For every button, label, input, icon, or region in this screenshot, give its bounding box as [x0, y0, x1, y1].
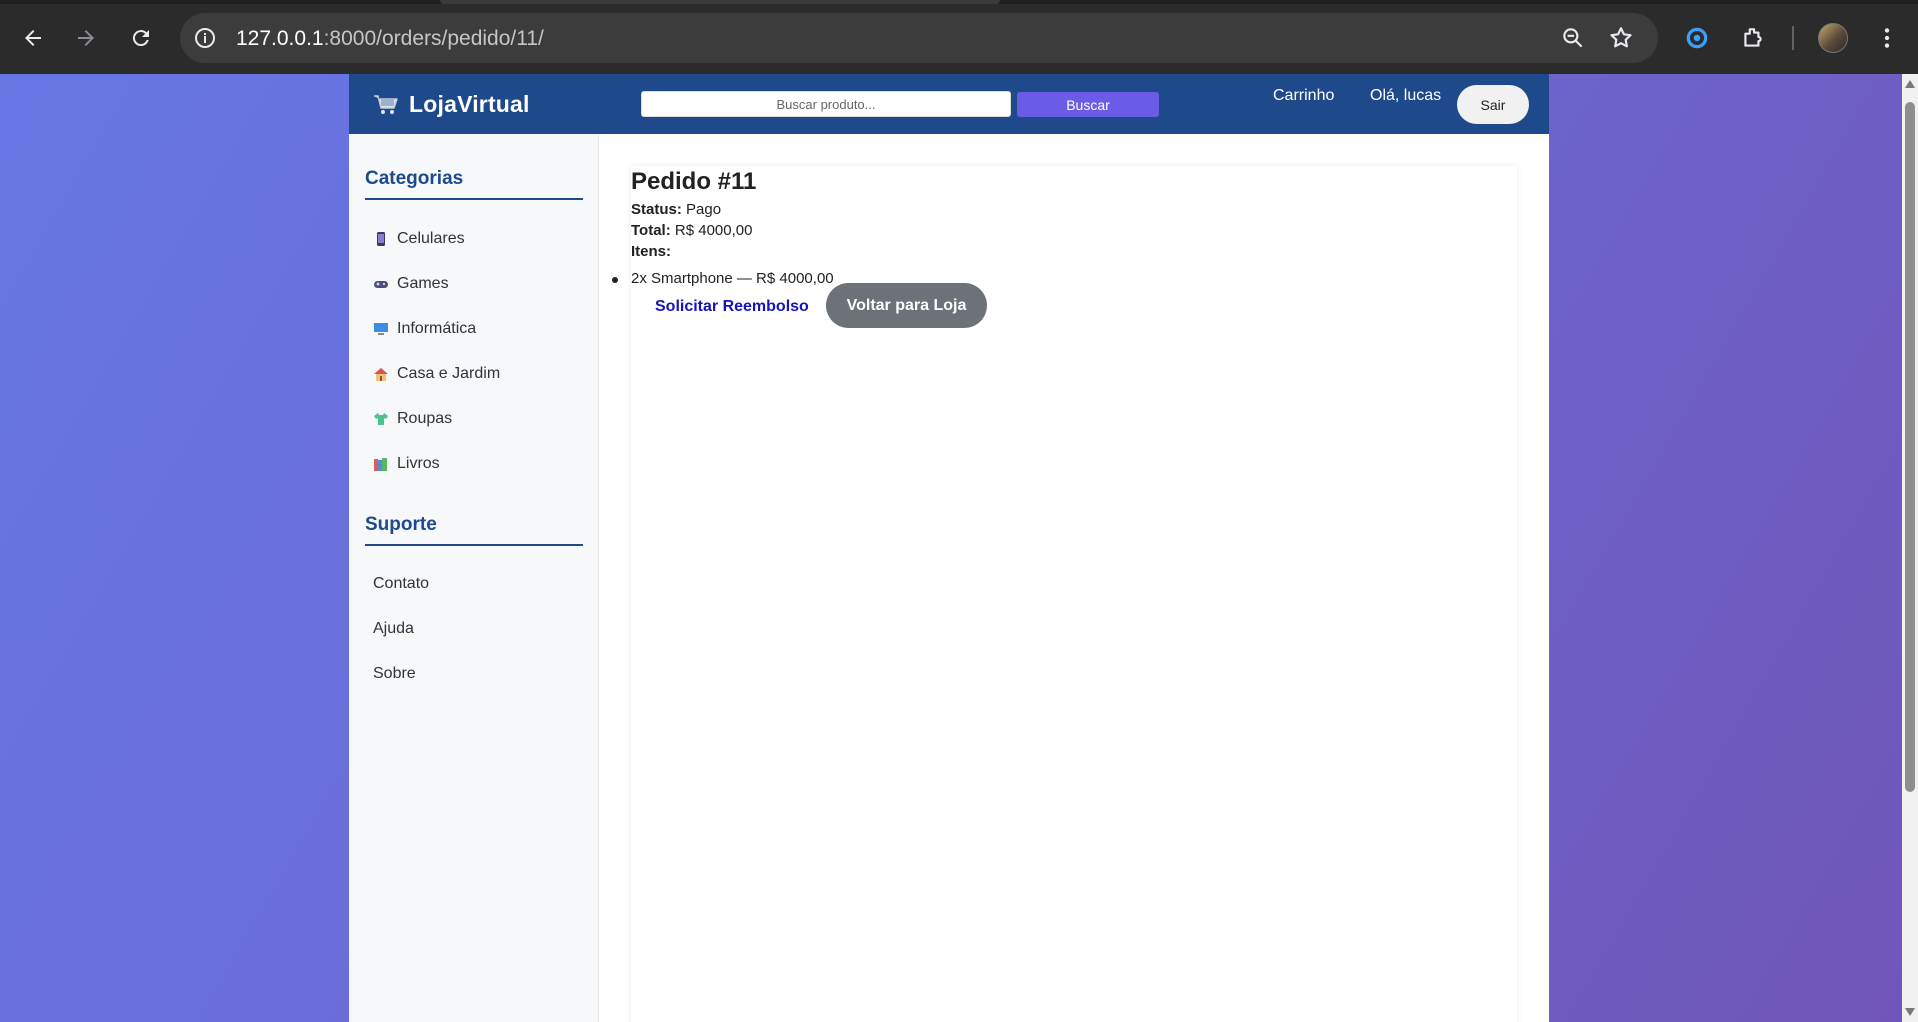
tab-strip — [0, 0, 1918, 4]
category-label: Livros — [397, 455, 440, 472]
url-host: 127.0.0.1 — [236, 27, 324, 50]
order-status: Status: Pago — [631, 201, 721, 218]
order-item-text: 2x Smartphone — R$ 4000,00 — [631, 270, 834, 287]
category-games[interactable]: Games — [373, 275, 449, 293]
support-title: Suporte — [365, 514, 583, 546]
user-greeting[interactable]: Olá, lucas — [1370, 87, 1441, 105]
category-celulares[interactable]: Celulares — [373, 230, 465, 248]
cart-link[interactable]: Carrinho — [1273, 87, 1334, 105]
logout-button[interactable]: Sair — [1457, 85, 1529, 124]
category-livros[interactable]: Livros — [373, 455, 440, 473]
toolbar-separator — [1792, 26, 1794, 50]
back-arrow-icon[interactable] — [14, 19, 52, 57]
url-text[interactable]: 127.0.0.1:8000/orders/pedido/11/ — [236, 27, 544, 51]
site-info-icon[interactable] — [192, 25, 218, 51]
page-viewport: LojaVirtual Buscar Carrinho Olá, lucas S… — [0, 74, 1918, 1022]
search-button[interactable]: Buscar — [1017, 92, 1159, 117]
category-roupas[interactable]: Roupas — [373, 410, 452, 428]
reload-icon[interactable] — [122, 19, 160, 57]
status-value: Pago — [686, 201, 722, 218]
search-input[interactable] — [641, 91, 1011, 117]
categories-title: Categorias — [365, 168, 583, 200]
books-icon — [374, 458, 387, 471]
order-items-heading: Itens: — [631, 243, 671, 260]
kebab-menu-icon[interactable] — [1874, 25, 1900, 51]
active-tab-indicator — [440, 0, 1000, 4]
bookmark-star-icon[interactable] — [1608, 25, 1634, 51]
forward-arrow-icon[interactable] — [67, 19, 105, 57]
profile-avatar[interactable] — [1818, 23, 1848, 53]
shirt-icon — [374, 413, 388, 425]
page-title: Pedido #11 — [631, 168, 757, 195]
scrollbar-thumb[interactable] — [1905, 102, 1915, 792]
scroll-up-arrow-icon[interactable] — [1905, 80, 1915, 88]
shopping-cart-icon — [374, 94, 398, 114]
site-header: LojaVirtual Buscar Carrinho Olá, lucas S… — [349, 74, 1549, 134]
address-bar[interactable]: 127.0.0.1:8000/orders/pedido/11/ — [180, 13, 1658, 63]
status-label: Status: — [631, 201, 682, 218]
back-to-store-button[interactable]: Voltar para Loja — [826, 283, 987, 328]
category-label: Roupas — [397, 410, 453, 427]
page-container: LojaVirtual Buscar Carrinho Olá, lucas S… — [349, 74, 1549, 1022]
list-item: 2x Smartphone — R$ 4000,00 — [612, 270, 834, 287]
category-label: Informática — [397, 320, 477, 337]
house-icon — [374, 368, 388, 381]
extensions-puzzle-icon[interactable] — [1740, 25, 1766, 51]
support-link-contato[interactable]: Contato — [373, 575, 429, 593]
category-label: Celulares — [397, 230, 465, 247]
total-label: Total: — [631, 222, 671, 239]
category-casa-e-jardim[interactable]: Casa e Jardim — [373, 365, 500, 383]
refund-link[interactable]: Solicitar Reembolso — [655, 298, 809, 316]
vertical-scrollbar[interactable] — [1902, 74, 1918, 1022]
category-label: Casa e Jardim — [397, 365, 501, 382]
items-label: Itens: — [631, 243, 672, 260]
extension-icon[interactable] — [1684, 25, 1710, 51]
browser-toolbar: 127.0.0.1:8000/orders/pedido/11/ — [0, 0, 1918, 74]
category-informatica[interactable]: Informática — [373, 320, 476, 338]
gamepad-icon — [374, 281, 388, 288]
scroll-down-arrow-icon[interactable] — [1905, 1008, 1915, 1016]
order-total: Total: R$ 4000,00 — [631, 222, 752, 239]
sidebar: Categorias Celulares Games Informática C… — [349, 134, 599, 1022]
category-label: Games — [397, 275, 449, 292]
url-path: :8000/orders/pedido/11/ — [323, 27, 544, 50]
support-link-ajuda[interactable]: Ajuda — [373, 620, 414, 638]
brand-name: LojaVirtual — [409, 91, 530, 117]
support-link-sobre[interactable]: Sobre — [373, 665, 416, 683]
total-value: R$ 4000,00 — [674, 222, 753, 239]
computer-icon — [374, 323, 388, 335]
zoom-icon[interactable] — [1560, 25, 1586, 51]
phone-icon — [377, 232, 385, 246]
brand-logo[interactable]: LojaVirtual — [373, 91, 530, 118]
bullet-dot — [612, 277, 618, 283]
order-detail-card: Pedido #11 Status: Pago Total: R$ 4000,0… — [612, 166, 1517, 1022]
